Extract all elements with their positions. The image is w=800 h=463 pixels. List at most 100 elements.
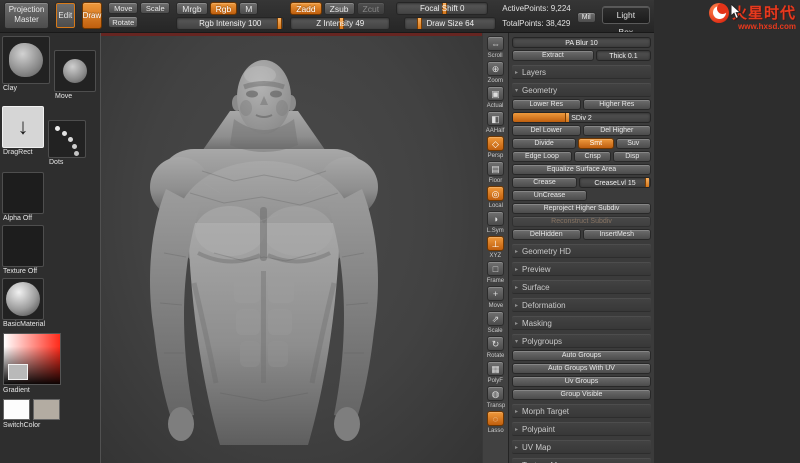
disp-toggle[interactable]: Disp bbox=[613, 151, 652, 162]
pa-blur-slider[interactable]: PA Blur 10 bbox=[512, 37, 651, 48]
section-title: Morph Target bbox=[522, 406, 570, 416]
lasso-toggle[interactable]: ◌ Lasso bbox=[486, 411, 504, 434]
draw-mode-button[interactable]: Draw bbox=[81, 2, 103, 29]
section-header-deformation[interactable]: ▸ Deformation bbox=[512, 298, 651, 312]
scroll-tool[interactable]: ⇔ Scroll bbox=[487, 36, 504, 59]
texture-thumbnail[interactable] bbox=[2, 225, 44, 267]
section-header-polypaint[interactable]: ▸ Polypaint bbox=[512, 422, 651, 436]
thick-slider[interactable]: Thick 0.1 bbox=[595, 50, 651, 61]
local-toggle[interactable]: ◎ Local bbox=[487, 186, 504, 209]
main-color-swatch[interactable] bbox=[3, 399, 30, 420]
section-header-preview[interactable]: ▸ Preview bbox=[512, 262, 651, 276]
edge-loop-button[interactable]: Edge Loop bbox=[512, 151, 572, 162]
insert-mesh-button[interactable]: InsertMesh bbox=[582, 229, 651, 240]
zoom-tool[interactable]: ⊕ Zoom bbox=[487, 61, 504, 84]
z-intensity-slider[interactable]: Z Intensity 49 bbox=[290, 17, 391, 30]
floor-toggle[interactable]: ▤ Floor bbox=[487, 161, 504, 184]
move-icon: + bbox=[487, 286, 504, 301]
mrgb-button[interactable]: Mrgb bbox=[176, 2, 208, 15]
section-header-texture-map[interactable]: ▸ Texture Map bbox=[512, 458, 651, 463]
lower-res-button[interactable]: Lower Res bbox=[512, 99, 581, 110]
scale-canvas-tool[interactable]: ⇗ Scale bbox=[487, 311, 504, 334]
group-visible-button[interactable]: Group Visible bbox=[512, 389, 651, 400]
section-header-uv-map[interactable]: ▸ UV Map bbox=[512, 440, 651, 454]
section-title: UV Map bbox=[522, 442, 551, 452]
draw-size-slider[interactable]: Draw Size 64 bbox=[404, 17, 497, 30]
focal-shift-slider[interactable]: Focal Shift 0 bbox=[396, 2, 489, 15]
switch-color-label[interactable]: SwitchColor bbox=[3, 422, 98, 429]
reproject-higher-subdiv-button[interactable]: Reproject Higher Subdiv bbox=[512, 203, 651, 214]
suv-toggle[interactable]: Suv bbox=[615, 138, 651, 149]
section-header-surface[interactable]: ▸ Surface bbox=[512, 280, 651, 294]
secondary-color-swatch[interactable] bbox=[33, 399, 60, 420]
color-picker-inner-square[interactable] bbox=[8, 364, 28, 380]
zadd-button[interactable]: Zadd bbox=[290, 2, 322, 15]
rotate-mode-button[interactable]: Rotate bbox=[108, 16, 139, 28]
watermark: 火星时代 www.hxsd.com bbox=[708, 2, 796, 31]
section-header-geometry-hd[interactable]: ▸ Geometry HD bbox=[512, 244, 651, 258]
crease-button[interactable]: Crease bbox=[512, 177, 577, 188]
slider-handle[interactable] bbox=[276, 18, 282, 29]
projection-master-button[interactable]: Projection Master bbox=[4, 2, 50, 29]
polyframe-icon: ▦ bbox=[487, 361, 504, 376]
edit-mode-button[interactable]: Edit bbox=[55, 2, 76, 29]
section-header-geometry[interactable]: ▾ Geometry bbox=[512, 83, 651, 97]
sdiv-slider[interactable]: SDiv 2 bbox=[512, 112, 651, 123]
xyz-toggle[interactable]: ⊥ XYZ bbox=[487, 236, 504, 259]
slider-handle[interactable] bbox=[416, 18, 422, 29]
transparency-toggle[interactable]: ◍ Transp bbox=[486, 386, 506, 409]
crisp-toggle[interactable]: Crisp bbox=[573, 151, 612, 162]
slider-handle[interactable] bbox=[565, 113, 570, 122]
persp-toggle[interactable]: ◇ Persp bbox=[487, 136, 504, 159]
aahalf-tool[interactable]: ◧ AAHalf bbox=[485, 111, 505, 134]
sculpt-model[interactable] bbox=[100, 53, 434, 445]
rgb-intensity-slider[interactable]: Rgb Intensity 100 bbox=[176, 17, 285, 30]
move-mode-button[interactable]: Move bbox=[108, 2, 139, 14]
document-canvas[interactable] bbox=[100, 33, 482, 463]
move-canvas-tool[interactable]: + Move bbox=[487, 286, 504, 309]
crease-level-slider[interactable]: CreaseLvl 15 bbox=[579, 177, 651, 188]
rotate-canvas-tool[interactable]: ↻ Rotate bbox=[486, 336, 505, 359]
zcut-button[interactable]: Zcut bbox=[356, 2, 386, 15]
uncrease-button[interactable]: UnCrease bbox=[512, 190, 588, 201]
rgb-button[interactable]: Rgb bbox=[209, 2, 238, 15]
brush-size-group: Focal Shift 0 Draw Size 64 bbox=[396, 2, 497, 30]
m-button[interactable]: M bbox=[239, 2, 259, 15]
del-hidden-button[interactable]: DelHidden bbox=[512, 229, 581, 240]
polyframe-toggle[interactable]: ▦ PolyF bbox=[487, 361, 504, 384]
mil-button[interactable]: Mil bbox=[576, 12, 596, 23]
auto-groups-button[interactable]: Auto Groups bbox=[512, 350, 651, 361]
brush-secondary-thumbnail[interactable] bbox=[54, 50, 96, 92]
uv-groups-button[interactable]: Uv Groups bbox=[512, 376, 651, 387]
slider-handle[interactable] bbox=[645, 178, 650, 187]
brush-thumbnail[interactable] bbox=[2, 36, 50, 84]
del-higher-button[interactable]: Del Higher bbox=[582, 125, 651, 136]
scale-mode-button[interactable]: Scale bbox=[140, 2, 171, 14]
section-header-polygroups[interactable]: ▾ Polygroups bbox=[512, 334, 651, 348]
frame-icon: □ bbox=[487, 261, 504, 276]
equalize-surface-area-button[interactable]: Equalize Surface Area bbox=[512, 164, 651, 175]
frame-tool[interactable]: □ Frame bbox=[486, 261, 505, 284]
total-points-text: TotalPoints: 38,429 bbox=[502, 19, 571, 28]
stroke-secondary-thumbnail[interactable] bbox=[48, 120, 86, 158]
gradient-label[interactable]: Gradient bbox=[3, 387, 98, 394]
extract-button[interactable]: Extract bbox=[512, 50, 594, 61]
smt-toggle[interactable]: Smt bbox=[578, 138, 614, 149]
del-lower-button[interactable]: Del Lower bbox=[512, 125, 581, 136]
color-picker[interactable] bbox=[3, 333, 61, 385]
higher-res-button[interactable]: Higher Res bbox=[582, 99, 651, 110]
zsub-button[interactable]: Zsub bbox=[323, 2, 355, 15]
stroke-thumbnail[interactable]: ↓ bbox=[2, 106, 44, 148]
divide-button[interactable]: Divide bbox=[512, 138, 577, 149]
lsym-toggle[interactable]: ◑ L.Sym bbox=[486, 211, 504, 234]
clay-brush-icon bbox=[9, 43, 43, 77]
actual-tool[interactable]: ▣ Actual bbox=[486, 86, 504, 109]
section-header-morph-target[interactable]: ▸ Morph Target bbox=[512, 404, 651, 418]
scale-icon: ⇗ bbox=[487, 311, 504, 326]
auto-groups-with-uv-button[interactable]: Auto Groups With UV bbox=[512, 363, 651, 374]
section-header-layers[interactable]: ▸ Layers bbox=[512, 65, 651, 79]
alpha-thumbnail[interactable] bbox=[2, 172, 44, 214]
light-box-button[interactable]: Light Box bbox=[601, 6, 650, 32]
section-header-masking[interactable]: ▸ Masking bbox=[512, 316, 651, 330]
material-thumbnail[interactable] bbox=[2, 278, 44, 320]
